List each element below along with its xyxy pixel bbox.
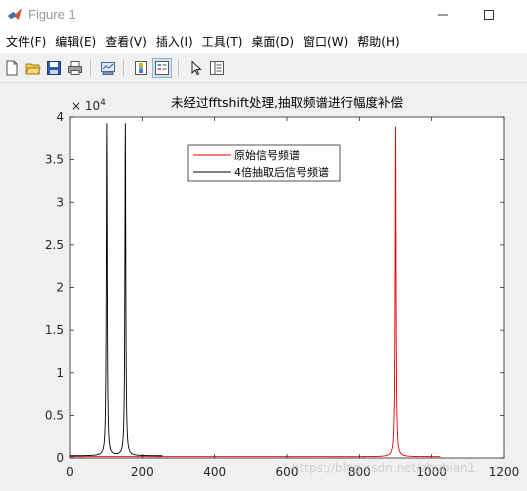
minimize-icon: [438, 14, 448, 16]
link-plot-button[interactable]: [98, 58, 118, 78]
figure-canvas: 0 200 400 600 800 1000 1200 0 0.5 1 1.5 2 2.5 3 3.5 4 …: [0, 83, 527, 487]
y-tick-label: 1.5: [45, 323, 64, 337]
legend-button[interactable]: [152, 58, 172, 78]
chart-title: 未经过fftshift处理,抽取频谱进行幅度补偿: [171, 95, 403, 110]
y-tick-label: 2.5: [45, 238, 64, 252]
toolbar-separator: [123, 59, 124, 77]
new-figure-button[interactable]: [2, 58, 22, 78]
menu-window[interactable]: 窗口(W): [297, 33, 348, 50]
x-tick-label: 400: [203, 465, 226, 479]
window-title: Figure 1: [28, 7, 76, 22]
menu-insert[interactable]: 插入(I): [150, 33, 193, 50]
property-inspector-button[interactable]: [207, 58, 227, 78]
minimize-button[interactable]: [420, 0, 466, 30]
menu-tools[interactable]: 工具(T): [196, 33, 243, 50]
property-inspector-icon: [210, 61, 224, 75]
save-icon: [47, 61, 61, 75]
maximize-icon: [484, 10, 494, 20]
y-axis-exponent: × 104: [71, 98, 106, 113]
legend-label-decimated: 4倍抽取后信号频谱: [234, 165, 329, 179]
menu-edit[interactable]: 编辑(E): [49, 33, 96, 50]
menu-help[interactable]: 帮助(H): [351, 33, 399, 50]
colorbar-button[interactable]: [131, 58, 151, 78]
legend-label-original: 原始信号频谱: [234, 148, 300, 162]
matlab-logo-icon: [8, 8, 22, 20]
legend-icon: [155, 61, 169, 75]
maximize-button[interactable]: [466, 0, 512, 30]
print-button[interactable]: [65, 58, 85, 78]
y-tick-label: 3.5: [45, 153, 64, 167]
y-tick-label: 0.5: [45, 408, 64, 422]
y-tick-label: 2: [56, 281, 64, 295]
link-plot-icon: [101, 62, 115, 75]
colorbar-icon: [135, 61, 147, 75]
spectrum-chart: 0 200 400 600 800 1000 1200 00.511.522.533.54 …: [45, 95, 520, 479]
x-tick-label: 200: [131, 465, 154, 479]
toolbar-separator: [90, 59, 91, 77]
menu-view[interactable]: 查看(V): [99, 33, 147, 50]
new-figure-icon: [6, 60, 18, 76]
watermark-text: https://blog.csdn.net/zhubian1: [292, 461, 475, 475]
y-tick-label: 3: [56, 195, 64, 209]
pointer-button[interactable]: [186, 58, 206, 78]
menu-file[interactable]: 文件(F): [0, 33, 46, 50]
legend[interactable]: 原始信号频谱 4倍抽取后信号频谱: [187, 144, 341, 182]
toolbar-separator: [178, 59, 179, 77]
toolbar: [0, 54, 527, 83]
pointer-icon: [191, 60, 202, 76]
print-icon: [68, 61, 82, 75]
x-tick-label: 1200: [489, 465, 520, 479]
menu-bar: 文件(F) 编辑(E) 查看(V) 插入(I) 工具(T) 桌面(D) 窗口(W…: [0, 30, 527, 53]
open-file-button[interactable]: [23, 58, 43, 78]
open-file-icon: [25, 63, 41, 75]
y-tick-label: 4: [56, 110, 64, 124]
menu-desktop[interactable]: 桌面(D): [245, 33, 294, 50]
title-bar: Figure 1: [0, 0, 527, 30]
y-tick-label: 1: [56, 366, 64, 380]
save-button[interactable]: [44, 58, 64, 78]
x-tick-label: 0: [66, 465, 74, 479]
y-tick-label: 0: [56, 451, 64, 465]
